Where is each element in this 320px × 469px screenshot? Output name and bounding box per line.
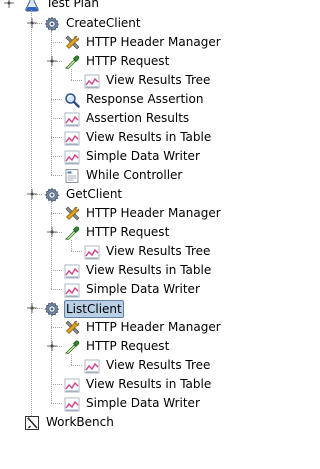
tree-node-test-plan[interactable]: Test Plan — [24, 0, 101, 13]
tree-node-view-results-tree[interactable]: View Results Tree — [84, 242, 212, 261]
tree-node-response-assertion[interactable]: Response Assertion — [64, 90, 205, 109]
tree-node-http-header-manager[interactable]: HTTP Header Manager — [64, 204, 223, 223]
graph-listener-icon — [84, 244, 100, 260]
tree-connector-line — [71, 251, 82, 252]
tree-node-simple-data-writer[interactable]: Simple Data Writer — [64, 394, 202, 413]
tree-connector-line — [71, 80, 82, 81]
tree-connector-line — [51, 327, 62, 328]
tree-node-getclient[interactable]: GetClient — [44, 185, 124, 204]
workbench-icon — [24, 415, 40, 431]
tree-node-simple-data-writer[interactable]: Simple Data Writer — [64, 147, 202, 166]
tree-node-label: View Results in Table — [86, 130, 212, 144]
graph-listener-icon — [64, 111, 80, 127]
tree-node-http-request[interactable]: HTTP Request — [64, 52, 171, 71]
tree-node-label: GetClient — [66, 187, 123, 201]
tree-node-label: HTTP Request — [86, 225, 170, 239]
collapse-handle-icon[interactable] — [4, 0, 14, 8]
tree-node-view-results-tree[interactable]: View Results Tree — [84, 356, 212, 375]
tree-node-label: View Results Tree — [106, 73, 211, 87]
tree-connector-line — [71, 354, 72, 365]
tree-node-while-controller[interactable]: While Controller — [64, 166, 184, 185]
tree-node-label: HTTP Request — [86, 54, 170, 68]
tree-connector-line — [51, 118, 62, 119]
tree-node-label: WorkBench — [46, 415, 114, 429]
tree-node-label: Response Assertion — [86, 92, 204, 106]
test-plan-tree[interactable]: Test Plan CreateClient HTTP Header Manage… — [0, 0, 288, 469]
collapse-handle-icon[interactable] — [27, 303, 37, 313]
collapse-handle-icon[interactable] — [47, 341, 57, 351]
tree-node-label: Simple Data Writer — [86, 149, 200, 163]
magnifier-assertion-icon — [64, 92, 80, 108]
collapse-handle-icon[interactable] — [47, 56, 57, 66]
collapse-handle-icon[interactable] — [27, 18, 37, 28]
collapse-handle-icon[interactable] — [27, 189, 37, 199]
tree-connector-line — [51, 31, 52, 175]
tools-config-icon — [64, 35, 80, 51]
document-controller-icon — [64, 168, 80, 184]
tree-node-label: Assertion Results — [86, 111, 190, 125]
tree-node-label: View Results Tree — [106, 244, 211, 258]
tree-connector-line — [51, 270, 62, 271]
tree-connector-line — [51, 156, 62, 157]
graph-listener-icon — [64, 377, 80, 393]
tree-connector-line — [51, 384, 62, 385]
tree-node-assertion-results[interactable]: Assertion Results — [64, 109, 191, 128]
tree-node-http-request[interactable]: HTTP Request — [64, 337, 171, 356]
tree-node-label: ListClient — [64, 299, 124, 318]
tree-node-workbench[interactable]: WorkBench — [24, 413, 116, 432]
tree-connector-line — [51, 403, 62, 404]
tree-node-listclient[interactable]: ListClient — [44, 299, 124, 318]
graph-listener-icon — [84, 358, 100, 374]
tree-node-label: View Results in Table — [86, 377, 212, 391]
graph-listener-icon — [64, 263, 80, 279]
tree-node-label: Test Plan — [46, 0, 99, 10]
tree-node-label: HTTP Request — [86, 339, 170, 353]
graph-listener-icon — [64, 396, 80, 412]
tree-node-createclient[interactable]: CreateClient — [44, 14, 143, 33]
collapse-handle-icon[interactable] — [47, 227, 57, 237]
tools-config-icon — [64, 320, 80, 336]
tree-node-view-results-in-table[interactable]: View Results in Table — [64, 128, 213, 147]
tree-node-view-results-tree[interactable]: View Results Tree — [84, 71, 212, 90]
tree-connector-line — [51, 99, 62, 100]
tree-connector-line — [51, 213, 62, 214]
tree-node-label: Simple Data Writer — [86, 282, 200, 296]
tree-connector-line — [71, 365, 82, 366]
tree-connector-line — [51, 42, 62, 43]
tree-node-simple-data-writer[interactable]: Simple Data Writer — [64, 280, 202, 299]
pipette-sampler-icon — [64, 339, 80, 355]
graph-listener-icon — [64, 130, 80, 146]
tree-node-view-results-in-table[interactable]: View Results in Table — [64, 261, 213, 280]
tree-node-label: CreateClient — [66, 16, 141, 30]
flask-test-plan-icon — [24, 0, 40, 12]
graph-listener-icon — [64, 282, 80, 298]
tree-connector-line — [51, 137, 62, 138]
tree-node-label: HTTP Header Manager — [86, 320, 221, 334]
tree-node-label: While Controller — [86, 168, 183, 182]
tree-node-http-header-manager[interactable]: HTTP Header Manager — [64, 33, 223, 52]
tree-connector-line — [51, 175, 62, 176]
tree-connector-line — [71, 240, 72, 251]
tree-connector-line — [31, 10, 32, 422]
graph-listener-icon — [84, 73, 100, 89]
pipette-sampler-icon — [64, 54, 80, 70]
tree-node-label: View Results Tree — [106, 358, 211, 372]
tree-node-http-header-manager[interactable]: HTTP Header Manager — [64, 318, 223, 337]
thread-group-gear-icon — [44, 16, 60, 32]
tree-node-label: View Results in Table — [86, 263, 212, 277]
tree-node-label: Simple Data Writer — [86, 396, 200, 410]
pipette-sampler-icon — [64, 225, 80, 241]
tree-node-label: HTTP Header Manager — [86, 35, 221, 49]
tools-config-icon — [64, 206, 80, 222]
tree-connector-line — [71, 69, 72, 80]
tree-connector-line — [51, 316, 52, 403]
graph-listener-icon — [64, 149, 80, 165]
tree-node-http-request[interactable]: HTTP Request — [64, 223, 171, 242]
tree-connector-line — [51, 289, 62, 290]
thread-group-gear-icon — [44, 187, 60, 203]
thread-group-gear-icon — [44, 301, 60, 317]
tree-node-view-results-in-table[interactable]: View Results in Table — [64, 375, 213, 394]
tree-node-label: HTTP Header Manager — [86, 206, 221, 220]
tree-connector-line — [51, 202, 52, 289]
